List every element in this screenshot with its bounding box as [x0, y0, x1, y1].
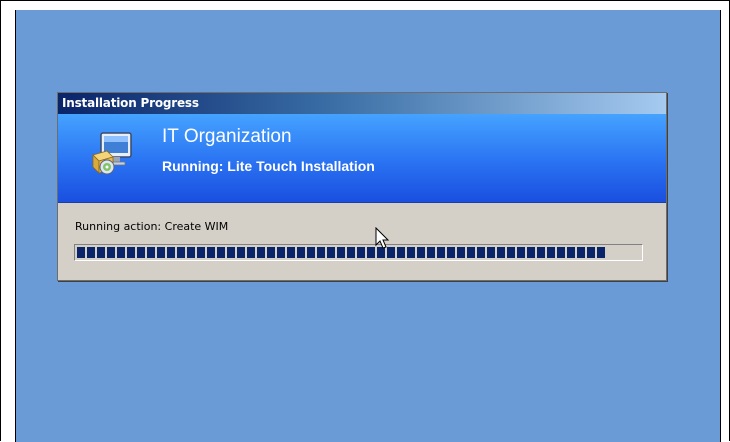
progress-bar-fill [77, 247, 607, 258]
dialog-title: Installation Progress [62, 96, 199, 110]
dialog-content: Running action: Create WIM [58, 203, 666, 281]
arrow-cursor-icon [375, 227, 390, 249]
dialog-banner: IT Organization Running: Lite Touch Inst… [58, 114, 666, 203]
computer-install-icon [92, 132, 132, 175]
installation-progress-dialog: Installation Progress IT Organization Ru… [57, 92, 667, 281]
dialog-title-bar[interactable]: Installation Progress [58, 93, 666, 114]
organization-name: IT Organization [162, 126, 292, 147]
installation-status: Running: Lite Touch Installation [162, 158, 375, 174]
current-action-label: Running action: Create WIM [75, 220, 229, 233]
progress-bar [74, 244, 643, 261]
screen-frame: Installation Progress IT Organization Ru… [0, 0, 730, 442]
